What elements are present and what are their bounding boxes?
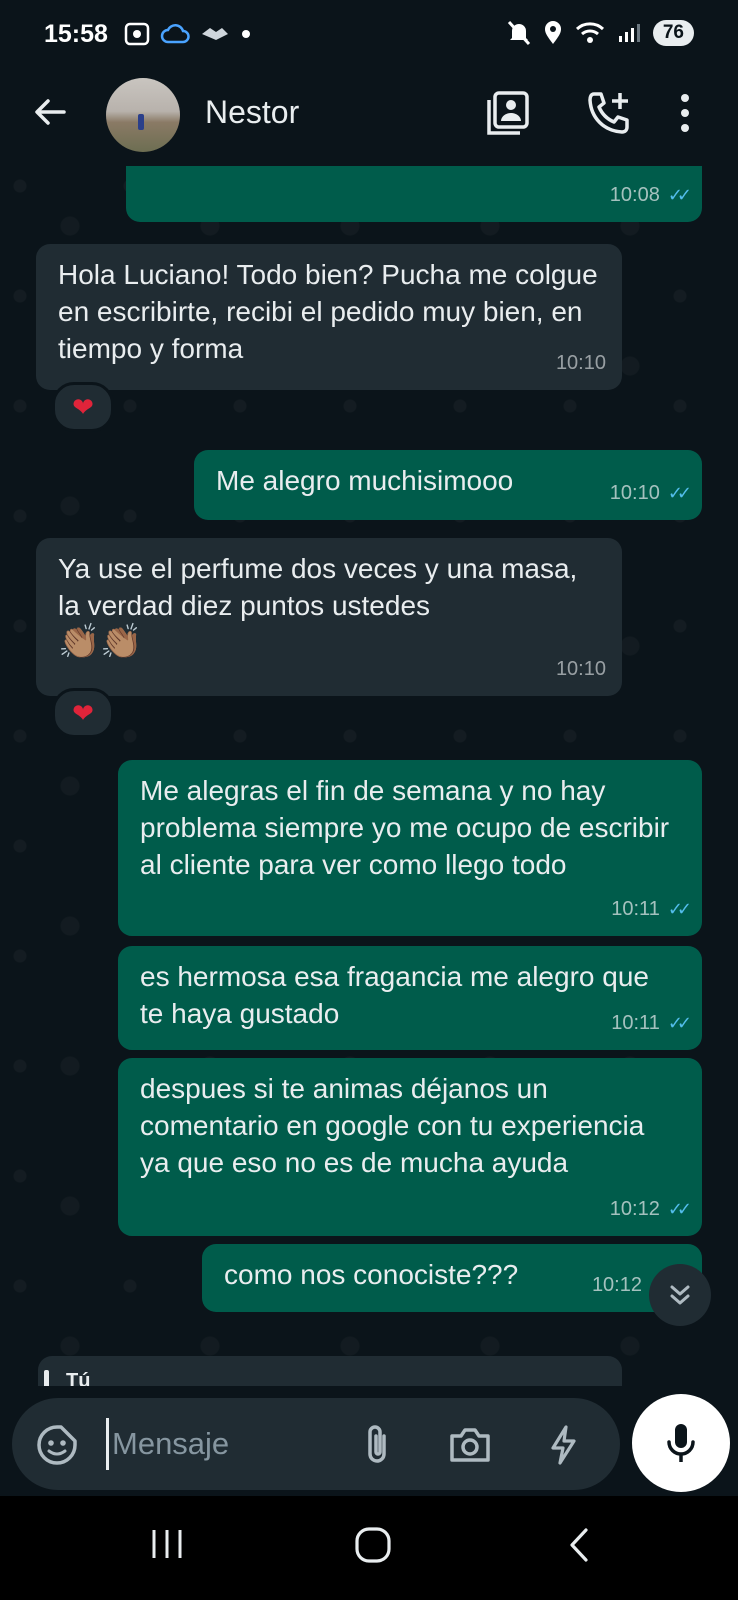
- phone-plus-icon[interactable]: [586, 90, 632, 136]
- dot-icon: [242, 30, 250, 38]
- read-ticks-icon: ✓✓: [667, 483, 692, 503]
- chat-area[interactable]: 10:08 ✓✓ Hola Luciano! Todo bien? Pucha …: [0, 166, 738, 1386]
- wifi-icon: [575, 22, 604, 43]
- handshake-icon: [202, 28, 228, 40]
- message-bubble-outgoing[interactable]: despues si te animas déjanos un comentar…: [118, 1058, 702, 1236]
- reaction-heart[interactable]: ❤: [52, 688, 114, 738]
- recent-apps-icon[interactable]: [150, 1526, 184, 1562]
- clap-emoji: 👏🏽👏🏽: [58, 623, 143, 661]
- message-input[interactable]: [108, 1420, 332, 1468]
- reply-accent-bar: [44, 1370, 49, 1386]
- camera-icon[interactable]: [448, 1426, 492, 1464]
- battery-level: 76: [652, 20, 694, 46]
- message-bubble-outgoing[interactable]: es hermosa esa fragancia me alegro que t…: [118, 946, 702, 1050]
- message-meta: 10:10 ✓✓: [609, 475, 692, 512]
- mic-icon: [667, 1424, 695, 1462]
- message-bubble-incoming[interactable]: Hola Luciano! Todo bien? Pucha me colgue…: [36, 244, 622, 390]
- avatar[interactable]: [106, 78, 180, 152]
- cloud-icon: [160, 24, 190, 44]
- chevron-double-down-icon: [670, 1285, 690, 1305]
- message-composer[interactable]: [12, 1398, 620, 1490]
- scroll-to-bottom-button[interactable]: [649, 1264, 711, 1326]
- message-meta: 10:10: [556, 651, 606, 688]
- more-vertical-icon[interactable]: [678, 90, 692, 136]
- read-ticks-icon: ✓✓: [667, 1199, 692, 1219]
- status-time: 15:58: [44, 20, 108, 48]
- nav-back-icon[interactable]: [566, 1526, 592, 1564]
- read-ticks-icon: ✓✓: [667, 185, 692, 205]
- system-navigation-bar: [0, 1496, 738, 1600]
- message-bubble-outgoing[interactable]: Me alegro muchisimooo 10:10 ✓✓: [194, 450, 702, 520]
- message-time: 10:10: [555, 352, 606, 374]
- message-text: es hermosa esa fragancia me alegro que t…: [140, 961, 649, 1029]
- message-text: Me alegras el fin de semana y no hay pro…: [140, 775, 670, 880]
- voice-message-button[interactable]: [632, 1394, 730, 1492]
- message-text: Me alegro muchisimooo: [216, 465, 514, 496]
- contact-card-icon[interactable]: [486, 90, 530, 136]
- lightning-icon[interactable]: [548, 1424, 578, 1466]
- mute-icon: [507, 20, 530, 46]
- status-right-icons: 76: [507, 20, 694, 46]
- reply-preview[interactable]: Tú: [38, 1356, 622, 1386]
- home-icon[interactable]: [354, 1526, 392, 1564]
- paperclip-icon[interactable]: [360, 1422, 394, 1468]
- reaction-heart[interactable]: ❤: [52, 382, 114, 432]
- sticker-icon[interactable]: [36, 1424, 78, 1466]
- arrow-left-icon[interactable]: [30, 92, 70, 132]
- message-meta: 10:08 ✓✓: [609, 177, 692, 214]
- message-bubble-outgoing[interactable]: 10:08 ✓✓: [126, 166, 702, 222]
- message-time: 10:11: [611, 1012, 660, 1034]
- composer-bar: [0, 1386, 738, 1496]
- status-left-icons: [124, 22, 252, 46]
- message-time: 10:11: [611, 898, 660, 920]
- message-time: 10:12: [609, 1198, 660, 1220]
- message-time: 10:12: [591, 1274, 642, 1296]
- chat-header: Nestor: [0, 72, 738, 166]
- message-time: 10:08: [609, 184, 660, 206]
- contact-name[interactable]: Nestor: [205, 94, 299, 131]
- screenshot-icon: [124, 22, 150, 46]
- message-meta: 10:10: [556, 345, 606, 382]
- message-bubble-incoming[interactable]: Ya use el perfume dos veces y una masa, …: [36, 538, 622, 696]
- read-ticks-icon: ✓✓: [667, 1013, 692, 1033]
- reply-sender: Tú: [66, 1370, 91, 1386]
- message-time: 10:10: [609, 482, 660, 504]
- message-text: Ya use el perfume dos veces y una masa, …: [58, 553, 578, 621]
- message-meta: 10:12: [592, 1267, 642, 1304]
- message-time: 10:10: [555, 658, 606, 680]
- message-bubble-outgoing[interactable]: Me alegras el fin de semana y no hay pro…: [118, 760, 702, 936]
- message-text: despues si te animas déjanos un comentar…: [140, 1073, 645, 1178]
- message-text: Hola Luciano! Todo bien? Pucha me colgue…: [58, 259, 598, 364]
- message-meta: 10:11 ✓✓: [611, 1005, 692, 1042]
- location-icon: [544, 21, 561, 44]
- message-text: como nos conociste???: [224, 1259, 519, 1290]
- status-bar: 15:58 76: [0, 0, 738, 72]
- signal-icon: [618, 24, 640, 42]
- message-meta: 10:11 ✓✓: [611, 891, 692, 928]
- message-meta: 10:12 ✓✓: [609, 1191, 692, 1228]
- read-ticks-icon: ✓✓: [667, 899, 692, 919]
- message-bubble-outgoing[interactable]: como nos conociste??? 10:12: [202, 1244, 702, 1312]
